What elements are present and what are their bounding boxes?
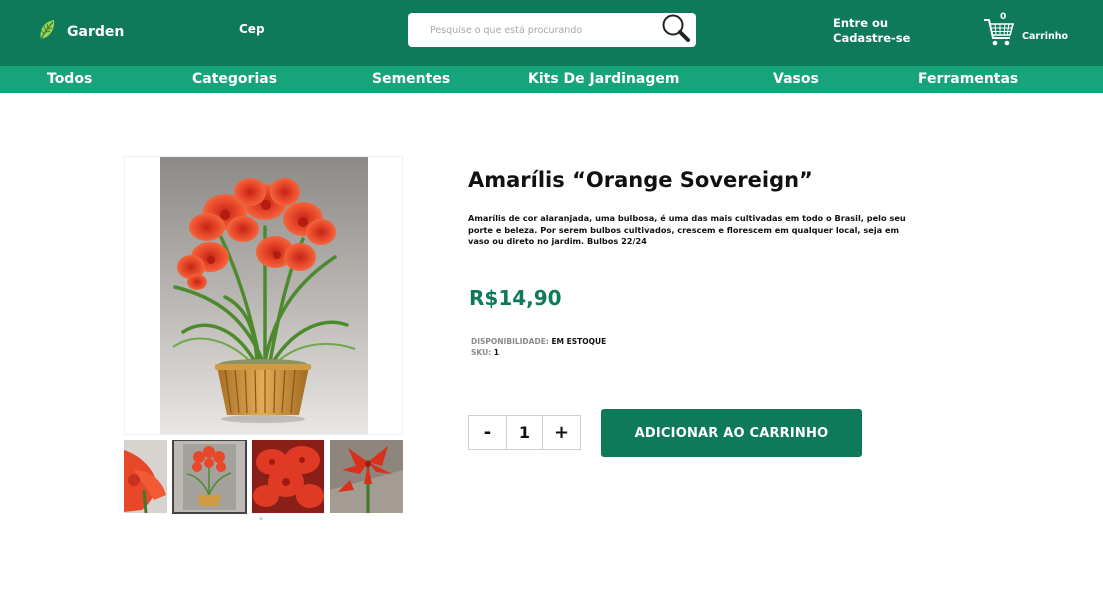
quantity-increase-button[interactable]: + [543, 416, 580, 449]
search-input[interactable] [408, 13, 648, 47]
availability-row: DISPONIBILIDADE: EM ESTOQUE [471, 336, 606, 347]
thumbnail-1[interactable] [124, 440, 167, 513]
nav-item-categorias[interactable]: Categorias [192, 71, 277, 87]
login-link[interactable]: Entre ou Cadastre-se [833, 16, 910, 46]
availability-label: DISPONIBILIDADE: [471, 337, 549, 346]
product-thumbnails [124, 440, 403, 514]
thumbnail-2[interactable] [172, 440, 247, 514]
search-bar [408, 13, 696, 47]
product-main-image[interactable] [124, 156, 403, 435]
brand-logo[interactable]: Garden [37, 18, 124, 45]
red-amaryllis-stem-thumb [330, 440, 403, 513]
search-button[interactable] [660, 13, 692, 47]
product-meta: DISPONIBILIDADE: EM ESTOQUE SKU: 1 [471, 336, 606, 358]
nav-item-kits-de-jardinagem[interactable]: Kits De Jardinagem [528, 71, 679, 87]
nav-item-ferramentas[interactable]: Ferramentas [918, 71, 1018, 87]
product-description: Amarílis de cor alaranjada, uma bulbosa,… [468, 213, 906, 247]
red-flowers-thumb [252, 440, 324, 513]
sku-label: SKU: [471, 348, 492, 357]
thumbnail-4[interactable] [330, 440, 403, 513]
amaryllis-pot-thumb [173, 440, 246, 513]
nav-item-sementes[interactable]: Sementes [372, 71, 450, 87]
product-price: R$14,90 [469, 286, 562, 310]
quantity-decrease-button[interactable]: - [469, 416, 506, 449]
sku-row: SKU: 1 [471, 347, 606, 358]
thumbnail-3[interactable] [252, 440, 324, 513]
quantity-value[interactable]: 1 [506, 416, 543, 449]
carousel-indicator [259, 517, 263, 520]
brand-name: Garden [67, 23, 125, 40]
search-icon [661, 13, 691, 47]
login-line-1: Entre ou [833, 16, 889, 30]
login-line-2: Cadastre-se [833, 31, 911, 45]
nav-item-todos[interactable]: Todos [47, 71, 92, 87]
site-header: Garden Cep Entre ou Cadastre-se 0 [0, 0, 1103, 66]
product-title: Amarílis “Orange Sovereign” [468, 168, 813, 192]
amaryllis-photo [160, 157, 368, 434]
cart-button[interactable]: 0 Carrinho [983, 12, 1093, 53]
sku-value: 1 [493, 348, 500, 357]
availability-value: EM ESTOQUE [551, 337, 607, 346]
nav-item-vasos[interactable]: Vasos [773, 71, 819, 87]
flower-closeup-thumb [124, 440, 167, 513]
quantity-stepper: - 1 + [468, 415, 581, 450]
category-nav: Todos Categorias Sementes Kits De Jardin… [0, 66, 1103, 93]
cart-label: Carrinho [1022, 31, 1069, 42]
add-to-cart-button[interactable]: ADICIONAR AO CARRINHO [601, 409, 862, 457]
cart-icon [983, 17, 1015, 53]
leaf-icon [37, 18, 58, 45]
cep-link[interactable]: Cep [239, 22, 265, 36]
